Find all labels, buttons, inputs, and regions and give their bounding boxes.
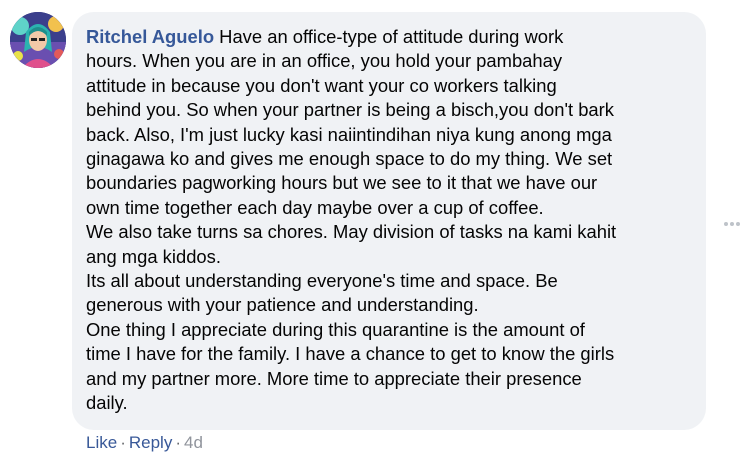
avatar-image — [10, 12, 66, 68]
more-options-dot — [724, 222, 728, 226]
comment-body: Ritchel Aguelo Have an office-type of at… — [86, 25, 692, 416]
separator: · — [175, 433, 181, 452]
comment-author-link[interactable]: Ritchel Aguelo — [86, 26, 214, 47]
comment-actions: Like · Reply · 4d — [86, 432, 203, 454]
reply-button[interactable]: Reply — [129, 433, 172, 452]
avatar[interactable] — [10, 12, 66, 68]
like-button[interactable]: Like — [86, 433, 117, 452]
comment-text: Have an office-type of attitude during w… — [86, 26, 617, 414]
comment-bubble: Ritchel Aguelo Have an office-type of at… — [72, 12, 706, 430]
more-options-dot — [736, 222, 740, 226]
more-options-icon[interactable] — [721, 214, 743, 234]
comment-timestamp[interactable]: 4d — [184, 433, 203, 452]
separator: · — [120, 433, 126, 452]
more-options-dot — [730, 222, 734, 226]
